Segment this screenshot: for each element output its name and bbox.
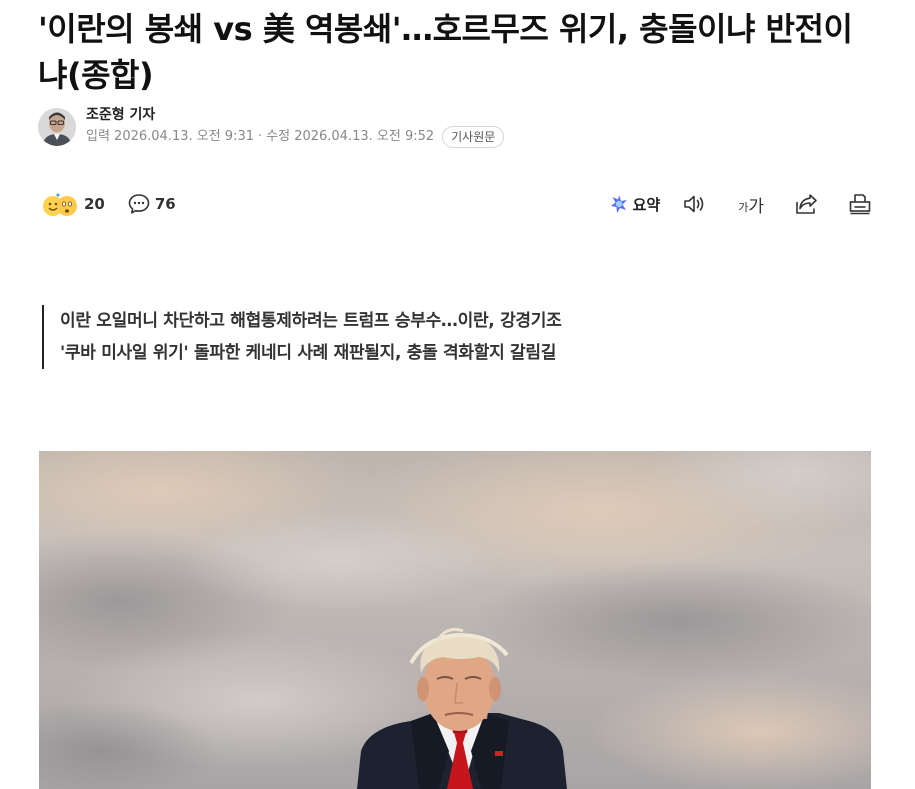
share-icon [796, 194, 817, 214]
byline: 조준형 기자 입력 2026.04.13. 오전 9:31 · 수정 2026.… [38, 106, 505, 148]
reactions-button[interactable]: 20 [40, 191, 105, 217]
trump-photo [39, 451, 871, 789]
summary-button[interactable]: 요약 [609, 194, 661, 215]
date-separator: · [258, 129, 263, 144]
article-headline: '이란의 봉쇄 vs 美 역봉쇄'…호르무즈 위기, 충돌이냐 반전이냐(종합) [38, 10, 853, 94]
font-size-small-label: 가 [738, 200, 749, 214]
article-photo [39, 451, 871, 789]
comment-icon [128, 194, 150, 214]
summary-label: 요약 [632, 195, 661, 214]
comments-count: 76 [154, 195, 176, 213]
subhead-1: 이란 오일머니 차단하고 해협통제하려는 트럼프 승부수…이란, 강경기조 [60, 311, 562, 331]
emoji-reactions-icon [43, 193, 77, 216]
article-dates: 입력 2026.04.13. 오전 9:31 · 수정 2026.04.13. … [86, 126, 505, 148]
print-button[interactable] [848, 192, 872, 216]
font-size-large-label: 가 [748, 196, 764, 217]
article-toolbar: 20 76 요약 가 가 [40, 188, 872, 220]
ai-summary-icon [610, 195, 627, 213]
print-icon [849, 194, 871, 215]
reporter-avatar[interactable] [38, 108, 76, 146]
listen-button[interactable] [682, 193, 708, 215]
share-button[interactable] [794, 192, 820, 216]
comments-button[interactable]: 76 [127, 192, 176, 216]
reporter-photo [38, 108, 76, 146]
published-date: 입력 2026.04.13. 오전 9:31 [86, 129, 254, 144]
font-size-button[interactable]: 가 가 [738, 192, 764, 217]
reporter-name[interactable]: 조준형 기자 [86, 106, 504, 124]
original-article-button[interactable]: 기사원문 [442, 126, 505, 148]
subhead-2: '쿠바 미사일 위기' 돌파한 케네디 사례 재판될지, 충돌 격화할지 갈림길 [60, 343, 557, 363]
speaker-icon [684, 195, 704, 213]
article-subheads: 이란 오일머니 차단하고 해협통제하려는 트럼프 승부수…이란, 강경기조 '쿠… [42, 305, 562, 369]
reactions-count: 20 [84, 195, 105, 213]
modified-date: 수정 2026.04.13. 오전 9:52 [266, 129, 435, 144]
